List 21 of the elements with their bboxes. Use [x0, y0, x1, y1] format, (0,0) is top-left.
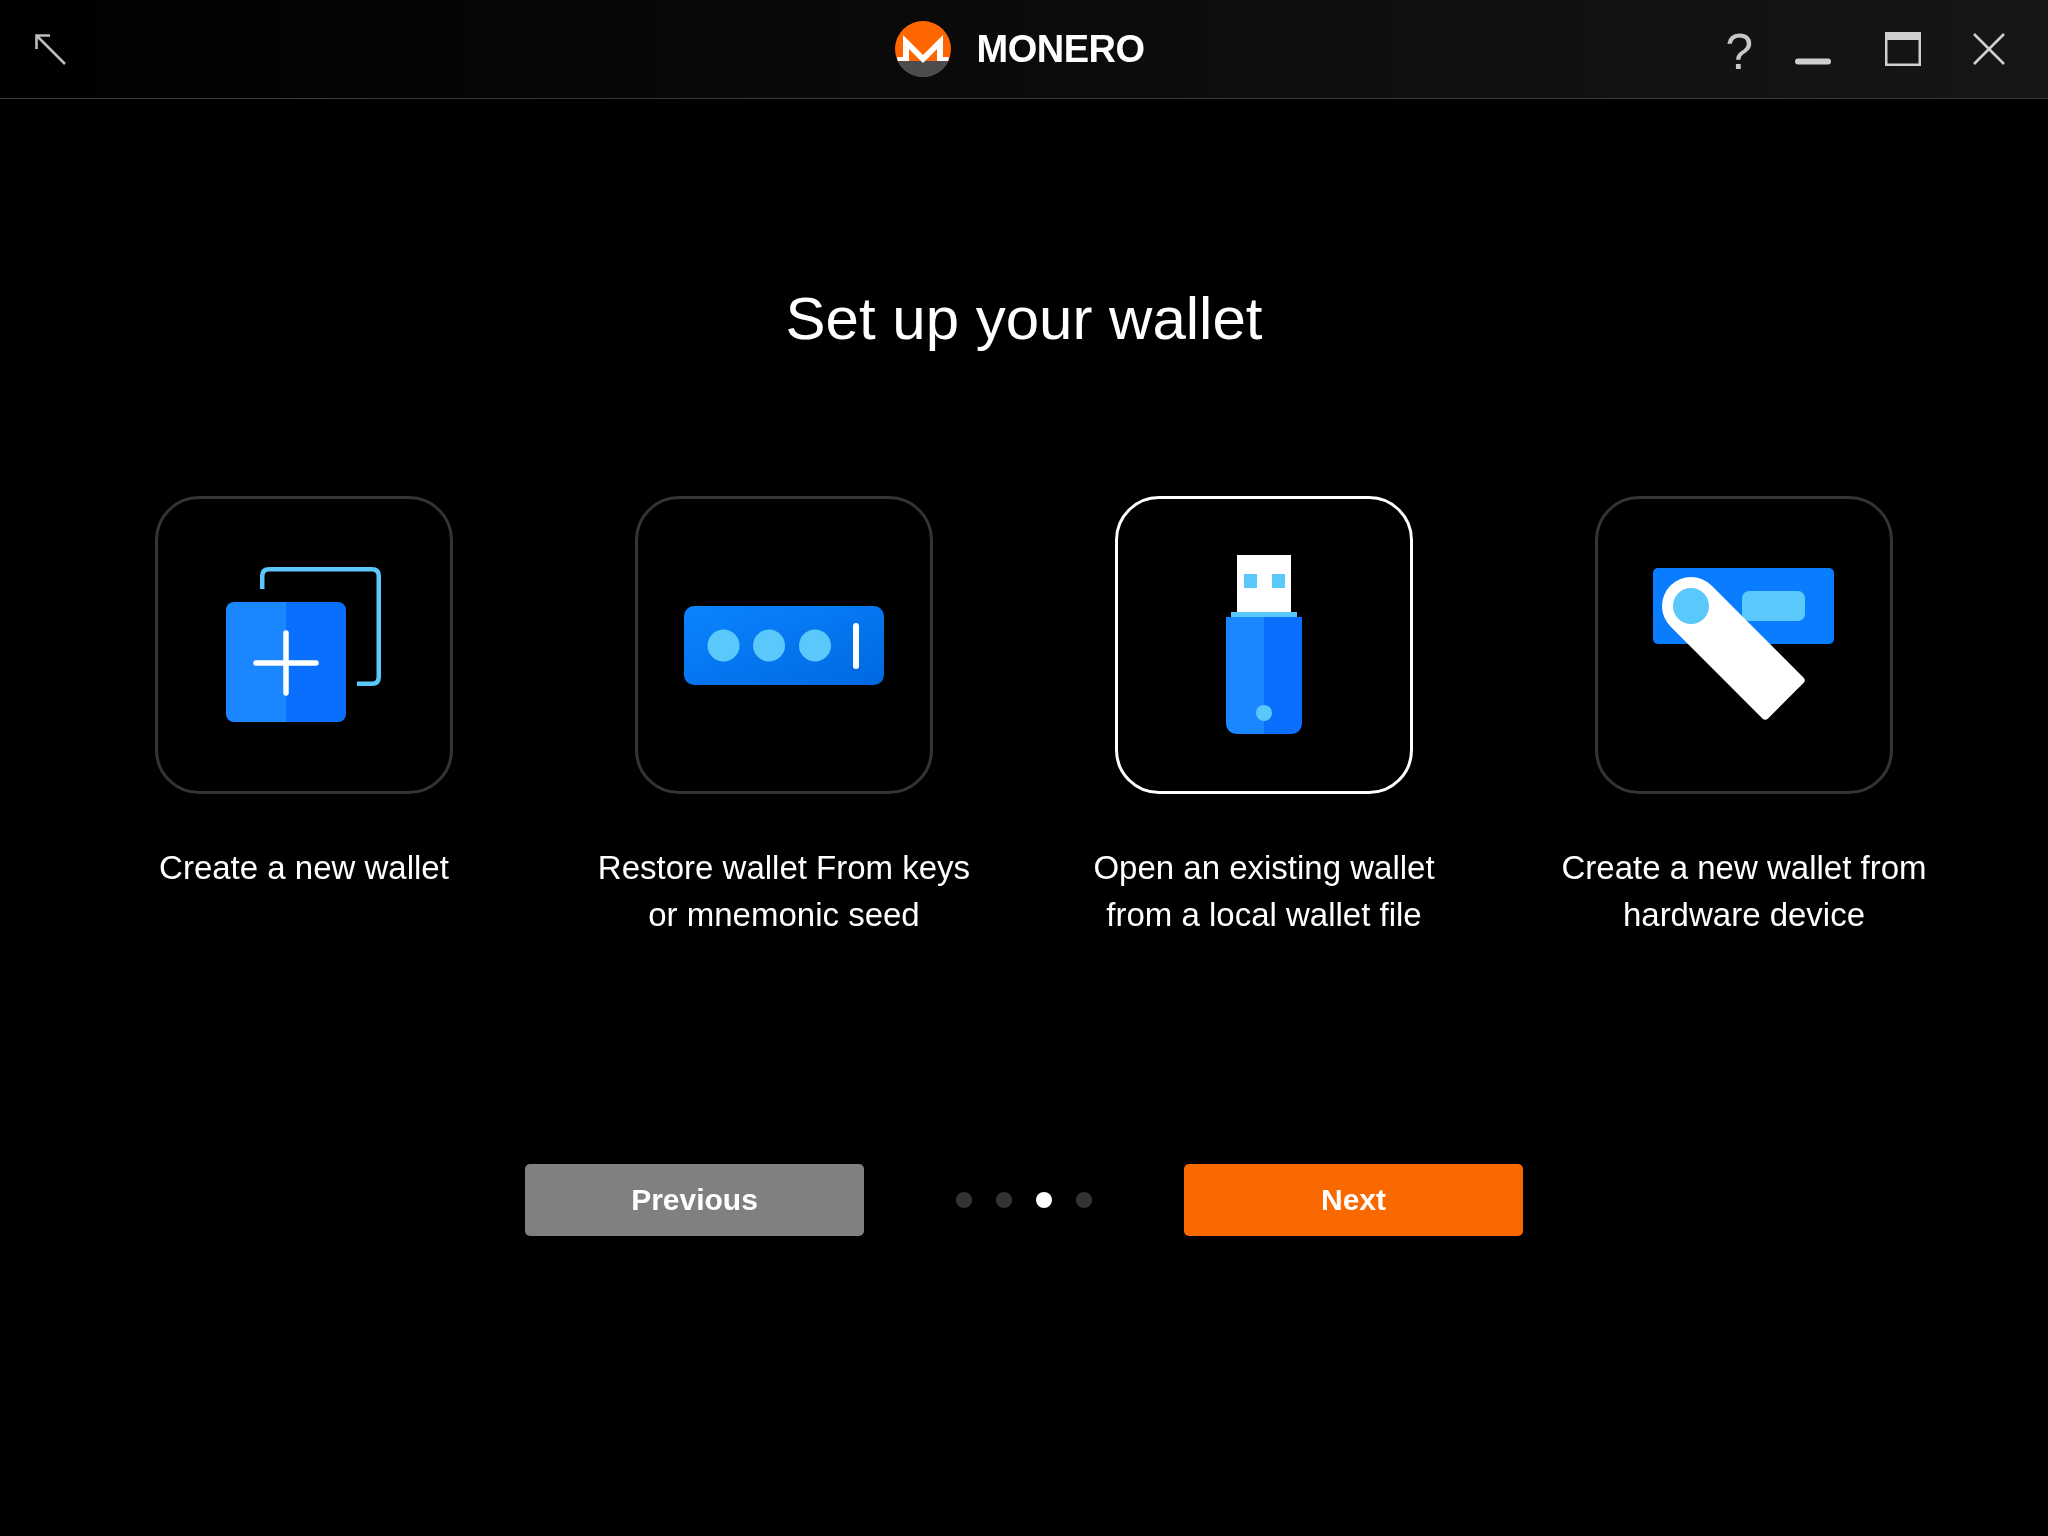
option-tile[interactable]: [635, 496, 933, 794]
usb-drive-icon: [1226, 555, 1302, 735]
option-tile[interactable]: [1595, 496, 1893, 794]
hardware-key-icon: [1653, 568, 1835, 722]
minimize-icon[interactable]: [1795, 57, 1831, 65]
previous-button[interactable]: Previous: [525, 1164, 864, 1236]
option-tile[interactable]: [155, 496, 453, 794]
maximize-icon[interactable]: [1885, 32, 1921, 66]
option-label: Create a new wallet: [159, 848, 449, 888]
diagonal-arrow-icon[interactable]: [33, 32, 67, 66]
password-dots-icon: [684, 605, 884, 685]
page-title: Set up your wallet: [785, 284, 1263, 354]
close-icon[interactable]: [1972, 32, 2006, 66]
option-label: Restore wallet From keys or mnemonic seed: [596, 848, 972, 935]
next-button[interactable]: Next: [1184, 1164, 1523, 1236]
help-button[interactable]: ?: [1725, 24, 1753, 80]
logo-icon: [894, 21, 951, 77]
stacked-squares-plus-icon: [226, 567, 382, 723]
option-label: Create a new wallet from hardware device: [1560, 848, 1928, 935]
option-label: Open an existing wallet from a local wallet file: [1092, 848, 1436, 935]
logo-text: MONERO: [976, 27, 1145, 71]
